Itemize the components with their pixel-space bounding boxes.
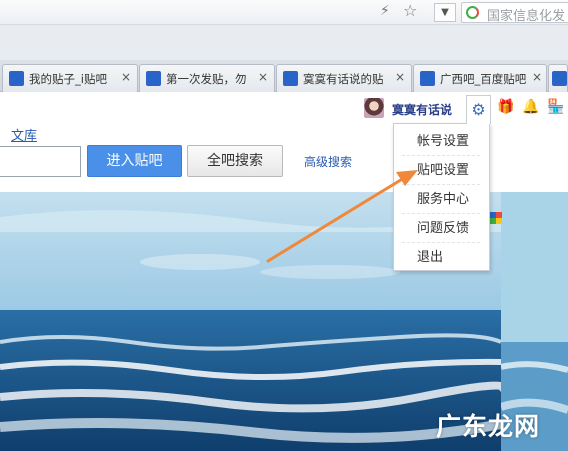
annotation-arrow <box>266 170 418 263</box>
browser-window: { "toolbar": { "search_placeholder": "国家… <box>0 0 568 451</box>
